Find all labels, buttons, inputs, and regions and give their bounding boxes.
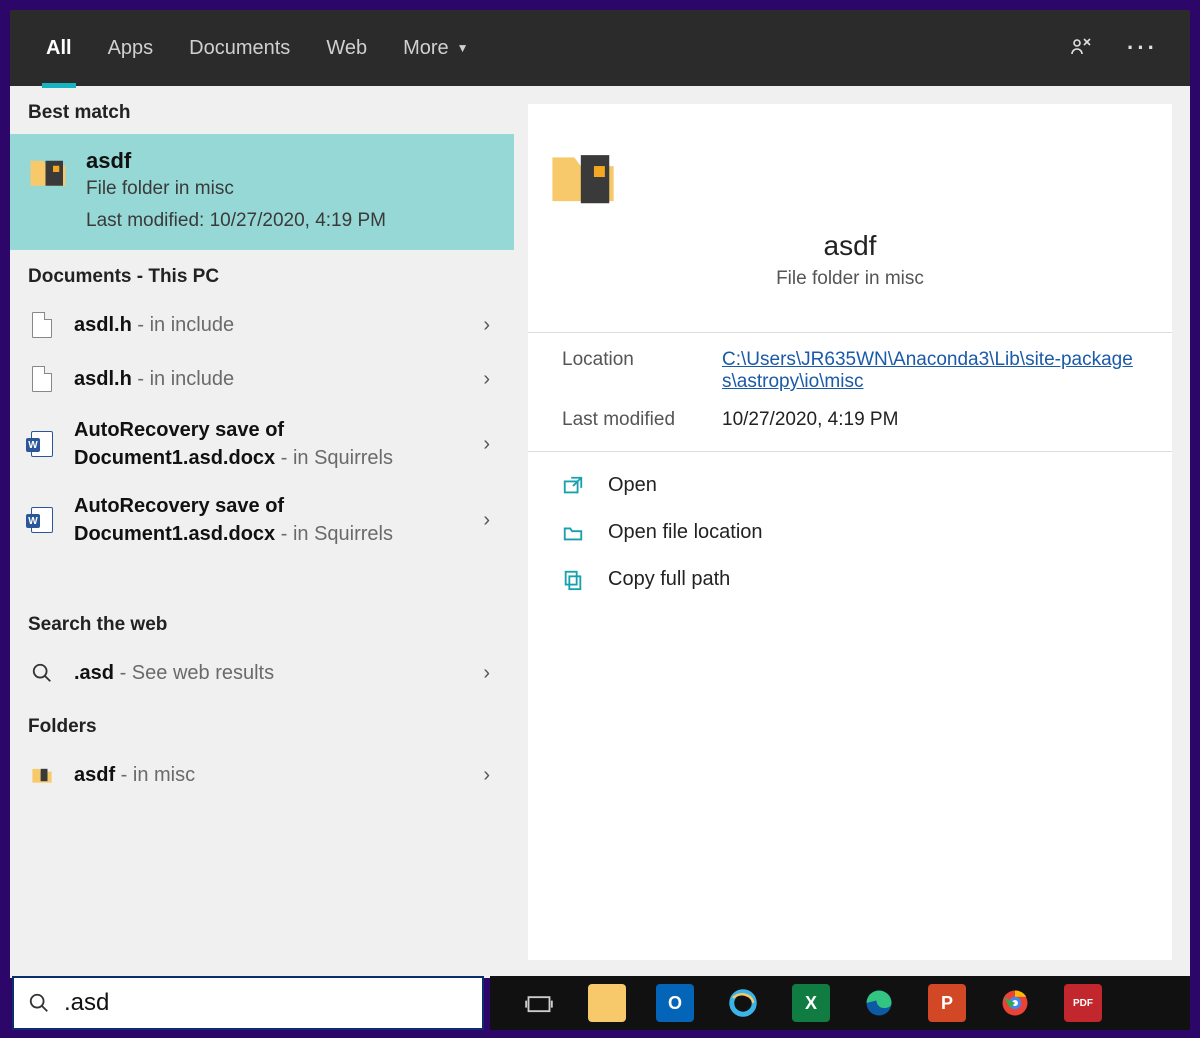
search-results-panel: All Apps Documents Web More▼ ··· Best ma… [10, 10, 1190, 978]
section-best-match: Best match [10, 86, 514, 134]
powerpoint-icon[interactable]: P [928, 984, 966, 1022]
search-icon [28, 662, 56, 684]
location-link[interactable]: C:\Users\JR635WN\Anaconda3\Lib\site-pack… [722, 349, 1138, 393]
file-icon [28, 312, 56, 338]
more-options-icon[interactable]: ··· [1127, 35, 1158, 61]
best-match-modified: Last modified: 10/27/2020, 4:19 PM [86, 210, 386, 232]
pdf-icon[interactable]: PDF [1064, 984, 1102, 1022]
modified-value: 10/27/2020, 4:19 PM [722, 409, 1138, 431]
search-input[interactable] [64, 989, 468, 1017]
internet-explorer-icon[interactable] [724, 984, 762, 1022]
section-documents: Documents - This PC [10, 250, 514, 298]
web-result[interactable]: .asd - See web results › [10, 646, 514, 700]
task-view-icon[interactable] [520, 984, 558, 1022]
search-tabbar: All Apps Documents Web More▼ ··· [10, 10, 1190, 86]
chevron-right-icon[interactable]: › [483, 433, 496, 456]
folder-icon [28, 148, 68, 232]
chevron-right-icon[interactable]: › [483, 662, 496, 685]
tab-documents[interactable]: Documents [171, 10, 308, 86]
doc-result[interactable]: asdl.h - in include › [10, 298, 514, 352]
best-match-subtitle: File folder in misc [86, 178, 386, 200]
chevron-down-icon: ▼ [457, 41, 469, 55]
preview-subtitle: File folder in misc [548, 268, 1152, 290]
results-list: Best match asdf File folder in misc Last… [10, 86, 514, 978]
action-copy-path[interactable]: Copy full path [528, 556, 1172, 603]
excel-icon[interactable]: X [792, 984, 830, 1022]
chevron-right-icon[interactable]: › [483, 368, 496, 391]
preview-title: asdf [548, 230, 1152, 262]
doc-result[interactable]: AutoRecovery save of Document1.asd.docx … [10, 406, 514, 482]
tab-more[interactable]: More▼ [385, 10, 486, 86]
edge-icon[interactable] [860, 984, 898, 1022]
file-explorer-icon[interactable] [588, 984, 626, 1022]
preview-location-row: Location C:\Users\JR635WN\Anaconda3\Lib\… [528, 333, 1172, 393]
outlook-icon[interactable]: O [656, 984, 694, 1022]
tab-apps[interactable]: Apps [90, 10, 172, 86]
search-bar[interactable] [12, 976, 484, 1030]
doc-result[interactable]: asdl.h - in include › [10, 352, 514, 406]
copy-icon [562, 569, 586, 591]
word-icon [28, 507, 56, 533]
open-icon [562, 475, 586, 497]
tab-all[interactable]: All [28, 10, 90, 86]
section-search-web: Search the web [10, 598, 514, 646]
folder-icon [28, 764, 56, 786]
folder-result[interactable]: asdf - in misc › [10, 748, 514, 802]
chevron-right-icon[interactable]: › [483, 764, 496, 787]
doc-result[interactable]: AutoRecovery save of Document1.asd.docx … [10, 482, 514, 558]
best-match-item[interactable]: asdf File folder in misc Last modified: … [10, 134, 514, 250]
chrome-icon[interactable] [996, 984, 1034, 1022]
chevron-right-icon[interactable]: › [483, 509, 496, 532]
taskbar: O X P PDF [490, 976, 1190, 1030]
preview-modified-row: Last modified 10/27/2020, 4:19 PM [528, 393, 1172, 431]
feedback-icon[interactable] [1069, 36, 1093, 60]
action-open-location[interactable]: Open file location [528, 509, 1172, 556]
chevron-right-icon[interactable]: › [483, 314, 496, 337]
word-icon [28, 431, 56, 457]
search-icon [28, 992, 50, 1014]
section-folders: Folders [10, 700, 514, 748]
folder-open-icon [562, 522, 586, 544]
tab-web[interactable]: Web [308, 10, 385, 86]
preview-pane: asdf File folder in misc Location C:\Use… [528, 104, 1172, 960]
modified-label: Last modified [562, 409, 722, 431]
best-match-title: asdf [86, 148, 386, 174]
location-label: Location [562, 349, 722, 393]
action-open[interactable]: Open [528, 462, 1172, 509]
file-icon [28, 366, 56, 392]
preview-folder-icon [548, 142, 618, 212]
